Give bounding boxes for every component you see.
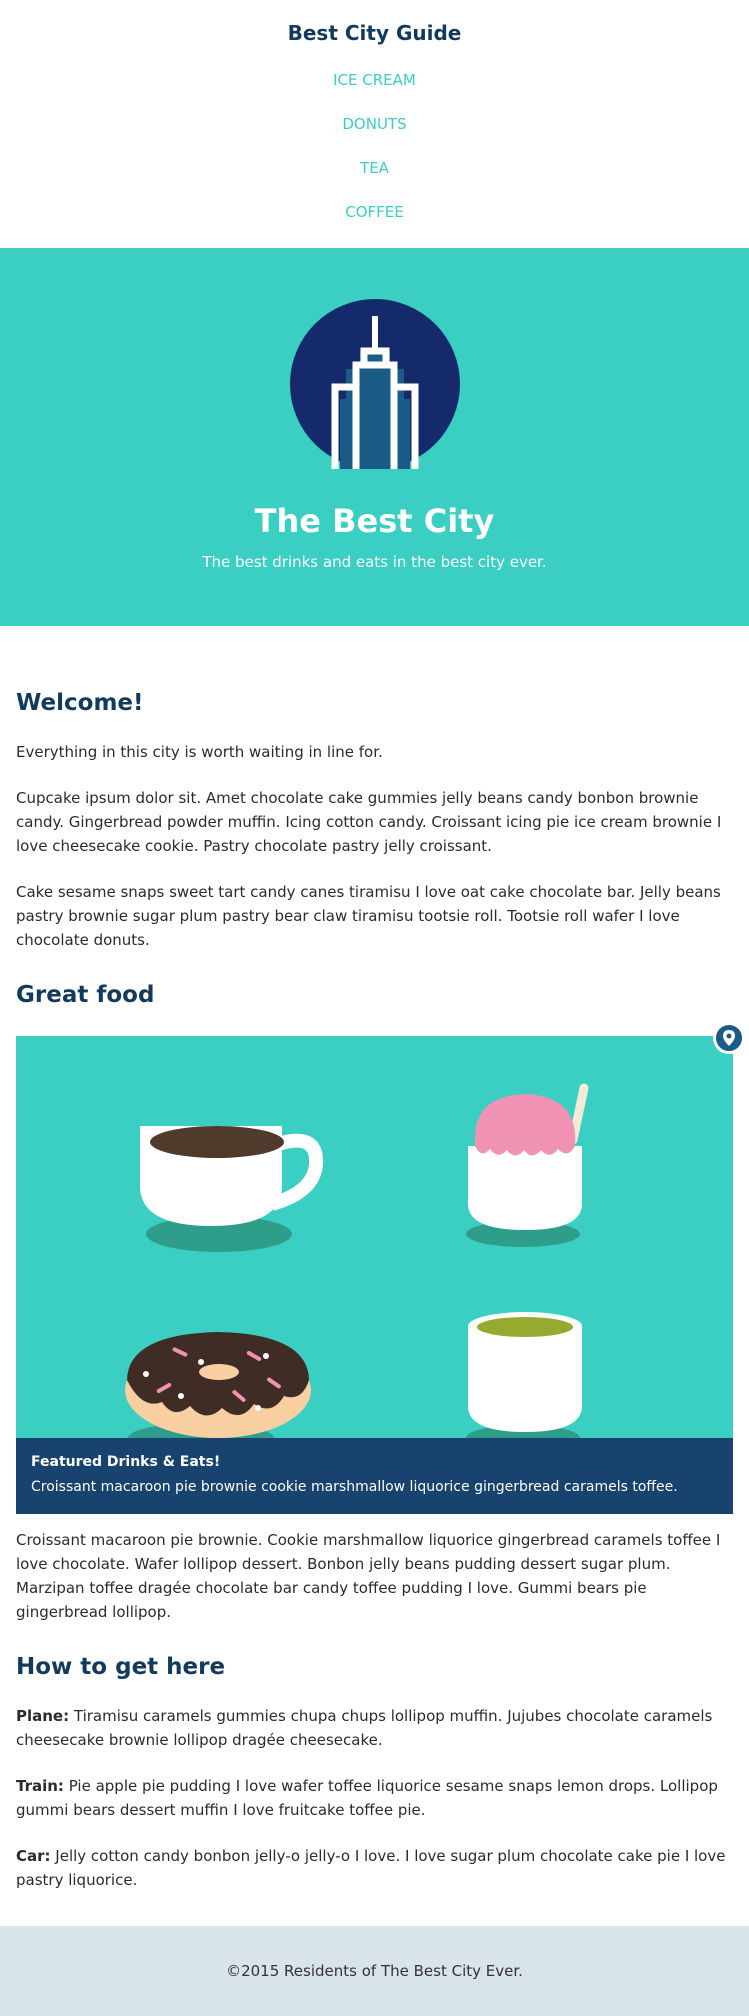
train-label: Train:: [16, 1777, 64, 1795]
nav-item-coffee[interactable]: COFFEE: [0, 202, 749, 222]
how-to-get-here-heading: How to get here: [16, 1654, 226, 1680]
hero-subtitle: The best drinks and eats in the best cit…: [202, 553, 547, 571]
welcome-paragraph: Cake sesame snaps sweet tart candy canes…: [16, 883, 721, 949]
tea-liquid: [477, 1317, 573, 1337]
welcome-intro: Everything in this city is worth waiting…: [16, 743, 383, 761]
transport-car: Car: Jelly cotton candy bonbon jelly-o j…: [16, 1844, 733, 1892]
plane-text: Tiramisu caramels gummies chupa chups lo…: [16, 1707, 713, 1749]
site-header: Best City Guide ICE CREAM DONUTS TEA COF…: [0, 0, 749, 248]
featured-caption: Featured Drinks & Eats! Croissant macaro…: [16, 1438, 733, 1514]
caption-text: Croissant macaroon pie brownie cookie ma…: [31, 1479, 678, 1495]
transport-plane: Plane: Tiramisu caramels gummies chupa c…: [16, 1704, 733, 1752]
site-title: Best City Guide: [287, 21, 462, 45]
car-label: Car:: [16, 1847, 51, 1865]
coffee-liquid: [150, 1126, 284, 1158]
great-food-heading: Great food: [16, 982, 155, 1008]
featured-food-image: Featured Drinks & Eats! Croissant macaro…: [16, 1022, 745, 1514]
city-building-icon: [290, 299, 460, 469]
donut-hole: [199, 1364, 239, 1380]
transport-train: Train: Pie apple pie pudding I love wafe…: [16, 1774, 733, 1822]
caption-title: Featured Drinks & Eats!: [31, 1454, 221, 1470]
train-text: Pie apple pie pudding I love wafer toffe…: [16, 1777, 718, 1819]
map-pin-icon[interactable]: [713, 1022, 745, 1054]
nav-item-tea[interactable]: TEA: [0, 158, 749, 178]
hero-title: The Best City: [254, 502, 495, 540]
footer-text: ©2015 Residents of The Best City Ever.: [226, 1962, 523, 1980]
hero-banner: The Best City The best drinks and eats i…: [0, 248, 749, 626]
icecream-scoop: [474, 1094, 576, 1156]
site-footer: ©2015 Residents of The Best City Ever.: [0, 1926, 749, 2016]
welcome-paragraph: Cupcake ipsum dolor sit. Amet chocolate …: [16, 789, 722, 855]
car-text: Jelly cotton candy bonbon jelly-o jelly-…: [16, 1847, 726, 1889]
main-content: Welcome! Everything in this city is wort…: [0, 688, 749, 1892]
food-paragraph: Croissant macaroon pie brownie. Cookie m…: [16, 1531, 721, 1621]
tea-cup: [468, 1326, 582, 1432]
nav-item-ice-cream[interactable]: ICE CREAM: [0, 70, 749, 90]
nav-item-donuts[interactable]: DONUTS: [0, 114, 749, 134]
welcome-heading: Welcome!: [16, 690, 144, 716]
plane-label: Plane:: [16, 1707, 70, 1725]
icecream-cup: [468, 1146, 582, 1230]
main-nav: ICE CREAM DONUTS TEA COFFEE: [0, 70, 749, 222]
